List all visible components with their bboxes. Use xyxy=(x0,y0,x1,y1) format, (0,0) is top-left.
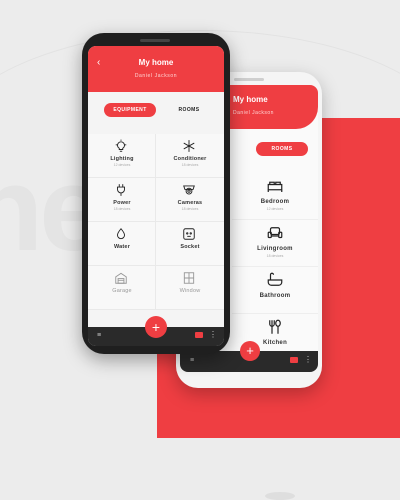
tile-label: Garage xyxy=(112,288,132,294)
tile-lighting[interactable]: Lighting 12 devices xyxy=(88,134,156,178)
back-title: My home xyxy=(233,95,268,104)
tile-window[interactable]: Window xyxy=(156,266,224,310)
plug-icon xyxy=(114,183,128,197)
tile-sub: 12 devices xyxy=(113,163,131,167)
room-sub: 12 devices xyxy=(266,207,284,211)
room-label: Bedroom xyxy=(260,199,290,205)
home-icon[interactable] xyxy=(290,357,298,363)
tile-water[interactable]: Water xyxy=(88,222,156,266)
tab-rooms[interactable]: ROOMS xyxy=(256,142,308,156)
tile-power[interactable]: Power 18 devices xyxy=(88,178,156,222)
more-icon[interactable]: ⋮ xyxy=(304,355,312,364)
more-icon[interactable]: ⋮ xyxy=(209,330,217,339)
tile-conditioner[interactable]: Conditioner 18 devices xyxy=(156,134,224,178)
room-label: Bathroom xyxy=(259,293,291,299)
tile-label: Socket xyxy=(180,244,200,250)
tile-cameras[interactable]: Cameras 18 devices xyxy=(156,178,224,222)
menu-icon[interactable]: ≡ xyxy=(190,357,194,364)
room-livingroom[interactable]: Livingroom 18 devices xyxy=(232,220,318,267)
equipment-grid: Lighting 12 devices Conditioner 18 devic… xyxy=(88,134,224,310)
front-header: ‹ My home Daniel Jackson xyxy=(88,46,224,92)
rooms-list: Bedroom 12 devices Livingroom 18 devices… xyxy=(232,173,318,361)
window-icon xyxy=(182,271,196,285)
front-screen: ‹ My home Daniel Jackson EQUIPMENT ROOMS… xyxy=(88,46,224,346)
add-button[interactable]: + xyxy=(240,341,260,361)
tile-socket[interactable]: Socket xyxy=(156,222,224,266)
home-icon[interactable] xyxy=(195,332,203,338)
speaker xyxy=(140,39,170,42)
add-button[interactable]: + xyxy=(145,316,167,338)
socket-icon xyxy=(182,227,196,241)
bathtub-icon xyxy=(266,271,284,289)
stage: he My home Daniel Jackson NT ROOMS Bedro… xyxy=(0,0,400,500)
bottom-decor xyxy=(265,492,295,500)
speaker xyxy=(234,78,264,81)
room-label: Livingroom xyxy=(257,246,293,252)
room-sub: 18 devices xyxy=(266,254,284,258)
front-phone: ‹ My home Daniel Jackson EQUIPMENT ROOMS… xyxy=(82,33,230,354)
camera-icon xyxy=(182,183,196,197)
fork-spoon-icon xyxy=(266,318,284,336)
front-subtitle: Daniel Jackson xyxy=(134,73,178,79)
tile-label: Water xyxy=(113,244,131,250)
back-subtitle: Daniel Jackson xyxy=(233,110,274,116)
tab-rooms[interactable]: ROOMS xyxy=(174,103,204,117)
tile-label: Cameras xyxy=(177,200,203,206)
tab-equipment[interactable]: EQUIPMENT xyxy=(104,103,156,117)
tile-sub: 18 devices xyxy=(181,207,199,211)
bulb-icon xyxy=(114,139,128,153)
drop-icon xyxy=(114,227,128,241)
garage-icon xyxy=(114,271,128,285)
menu-icon[interactable]: ≡ xyxy=(97,332,101,339)
room-bathroom[interactable]: Bathroom xyxy=(232,267,318,314)
tile-sub: 18 devices xyxy=(181,163,199,167)
tile-garage[interactable]: Garage xyxy=(88,266,156,310)
tile-label: Power xyxy=(113,200,131,206)
armchair-icon xyxy=(266,224,284,242)
tile-sub: 18 devices xyxy=(113,207,131,211)
snowflake-icon xyxy=(182,139,196,153)
front-title: My home xyxy=(138,58,174,67)
tile-label: Conditioner xyxy=(173,156,207,162)
room-bedroom[interactable]: Bedroom 12 devices xyxy=(232,173,318,220)
tile-label: Window xyxy=(179,288,201,294)
tile-label: Lighting xyxy=(110,156,134,162)
bed-icon xyxy=(266,177,284,195)
